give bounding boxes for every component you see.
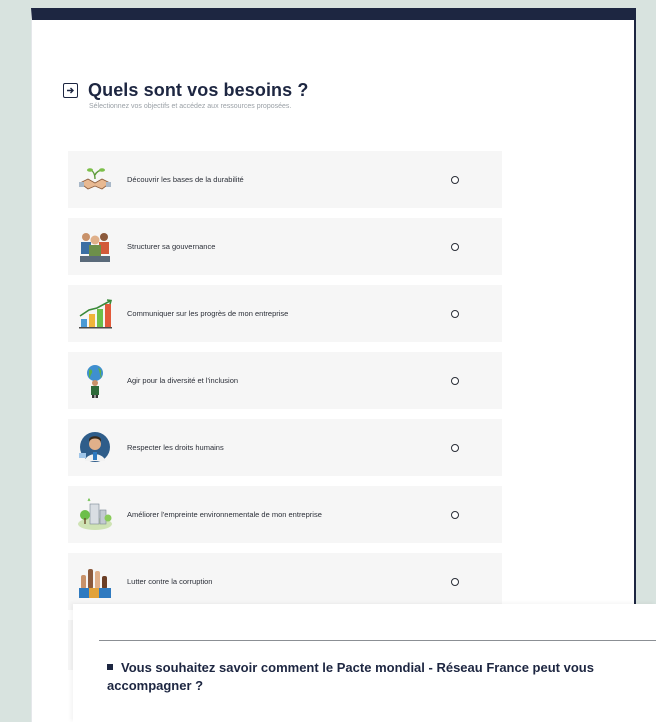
option-radio[interactable]: [451, 309, 459, 318]
option-label: Lutter contre la corruption: [127, 577, 213, 586]
handshake-plant-icon: [77, 162, 113, 198]
page-subtitle: Sélectionnez vos objectifs et accédez au…: [89, 103, 292, 110]
option-label: Structurer sa gouvernance: [127, 242, 216, 251]
option-radio[interactable]: [451, 376, 459, 385]
option-radio[interactable]: [451, 175, 459, 184]
option-durabilite[interactable]: Découvrir les bases de la durabilité: [68, 151, 502, 208]
option-label: Découvrir les bases de la durabilité: [127, 175, 244, 184]
option-label: Respecter les droits humains: [127, 443, 224, 452]
option-radio[interactable]: [451, 577, 459, 586]
options-list: Découvrir les bases de la durabilité Str…: [68, 151, 502, 680]
option-gouvernance[interactable]: Structurer sa gouvernance: [68, 218, 502, 275]
green-city-icon: [77, 497, 113, 533]
option-label: Améliorer l'empreinte environnementale d…: [127, 510, 322, 519]
option-communiquer[interactable]: Communiquer sur les progrès de mon entre…: [68, 285, 502, 342]
enter-arrow-icon: [63, 83, 78, 98]
human-rights-icon: [77, 430, 113, 466]
option-label: Agir pour la diversité et l'inclusion: [127, 376, 239, 385]
growth-chart-icon: [77, 296, 113, 332]
option-environnement[interactable]: Améliorer l'empreinte environnementale d…: [68, 486, 502, 543]
globe-people-icon: [77, 363, 113, 399]
team-icon: [77, 229, 113, 265]
option-corruption[interactable]: Lutter contre la corruption: [68, 553, 502, 610]
option-droits-humains[interactable]: Respecter les droits humains: [68, 419, 502, 476]
raised-hands-icon: [77, 564, 113, 600]
option-radio[interactable]: [451, 510, 459, 519]
page-title: Quels sont vos besoins ?: [88, 80, 309, 100]
divider: [99, 640, 656, 641]
contact-popup: Vous souhaitez savoir comment le Pacte m…: [73, 604, 656, 722]
option-label: Communiquer sur les progrès de mon entre…: [127, 309, 289, 318]
contact-prompt-text: Vous souhaitez savoir comment le Pacte m…: [107, 660, 594, 693]
contact-prompt[interactable]: Vous souhaitez savoir comment le Pacte m…: [107, 659, 656, 695]
needs-header: Quels sont vos besoins ? Sélectionnez vo…: [63, 80, 308, 110]
option-radio[interactable]: [451, 443, 459, 452]
option-diversite[interactable]: Agir pour la diversité et l'inclusion: [68, 352, 502, 409]
square-bullet-icon: [107, 664, 113, 670]
option-radio[interactable]: [451, 242, 459, 251]
